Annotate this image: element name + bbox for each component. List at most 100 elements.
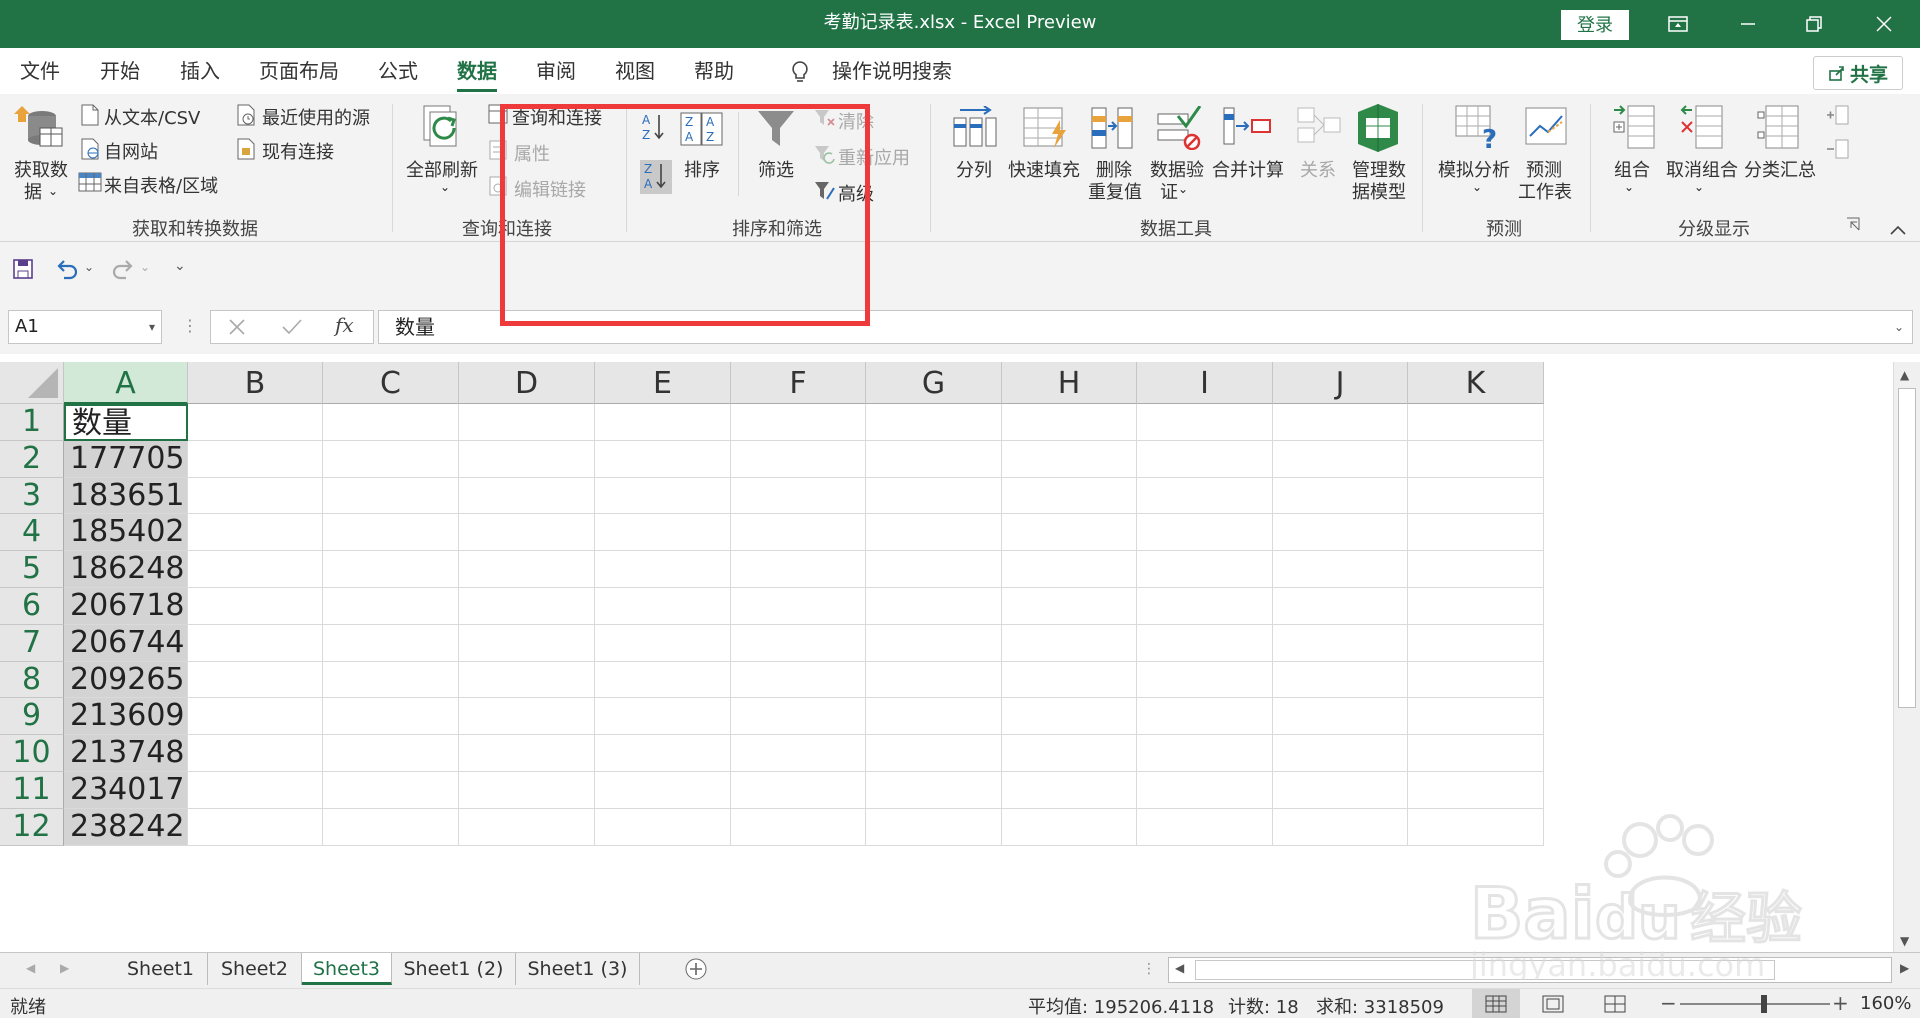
cell-j8[interactable] bbox=[1273, 661, 1408, 699]
restore-icon[interactable] bbox=[1778, 0, 1850, 48]
column-header-f[interactable]: F bbox=[731, 362, 866, 404]
row-header-9[interactable]: 9 bbox=[0, 698, 64, 736]
column-header-k[interactable]: K bbox=[1408, 362, 1544, 404]
cell-f7[interactable] bbox=[731, 624, 866, 662]
page-layout-view-icon[interactable] bbox=[1542, 995, 1564, 1018]
select-all-corner[interactable] bbox=[0, 362, 64, 404]
add-sheet-icon[interactable] bbox=[684, 957, 708, 985]
row-header-1[interactable]: 1 bbox=[0, 404, 64, 441]
cancel-icon[interactable] bbox=[227, 317, 247, 341]
cell-j3[interactable] bbox=[1273, 477, 1408, 515]
column-header-d[interactable]: D bbox=[459, 362, 595, 404]
cell-e5[interactable] bbox=[595, 551, 731, 588]
cell-b4[interactable] bbox=[188, 514, 323, 552]
get-data-label-2[interactable]: 据 bbox=[24, 178, 42, 204]
scroll-down-icon[interactable]: ▼ bbox=[1900, 934, 1909, 948]
cell-d3[interactable] bbox=[459, 477, 595, 515]
row-header-12[interactable]: 12 bbox=[0, 808, 64, 846]
cell-e8[interactable] bbox=[595, 661, 731, 699]
row-header-10[interactable]: 10 bbox=[0, 735, 64, 772]
cell-b8[interactable] bbox=[188, 661, 323, 699]
cell-a10[interactable]: 213748 bbox=[64, 735, 188, 772]
cell-h5[interactable] bbox=[1002, 551, 1137, 588]
forecast-sheet-button-2[interactable]: 工作表 bbox=[1518, 178, 1572, 204]
flash-fill-button[interactable]: 快速填充 bbox=[1008, 156, 1080, 182]
cell-b2[interactable] bbox=[188, 440, 323, 478]
cell-g9[interactable] bbox=[866, 698, 1002, 736]
chevron-down-icon[interactable]: ⌄ bbox=[1178, 182, 1188, 196]
cell-c11[interactable] bbox=[323, 772, 459, 809]
cell-g10[interactable] bbox=[866, 735, 1002, 772]
cell-d5[interactable] bbox=[459, 551, 595, 588]
sheet-tab-4[interactable]: Sheet1 (2) bbox=[392, 953, 516, 985]
cell-f11[interactable] bbox=[731, 772, 866, 809]
cell-g6[interactable] bbox=[866, 588, 1002, 625]
expand-formula-bar-icon[interactable]: ⌄ bbox=[1894, 320, 1904, 334]
zoom-in-icon[interactable]: + bbox=[1832, 991, 1849, 1015]
what-if-analysis-button[interactable]: 模拟分析 bbox=[1438, 156, 1510, 182]
cell-k10[interactable] bbox=[1408, 735, 1544, 772]
cell-g11[interactable] bbox=[866, 772, 1002, 809]
cell-f12[interactable] bbox=[731, 808, 866, 846]
relationships-button[interactable]: 关系 bbox=[1300, 156, 1336, 182]
ribbon-display-options-icon[interactable] bbox=[1642, 0, 1714, 48]
forecast-sheet-icon[interactable] bbox=[1524, 106, 1568, 150]
hide-detail-icon[interactable] bbox=[1826, 138, 1850, 164]
from-table-range-button[interactable]: 来自表格/区域 bbox=[104, 172, 218, 198]
formula-input[interactable]: 数量 bbox=[378, 310, 1913, 344]
cell-c6[interactable] bbox=[323, 588, 459, 625]
cell-e1[interactable] bbox=[595, 404, 731, 441]
collapse-ribbon-icon[interactable] bbox=[1890, 220, 1906, 239]
cell-a3[interactable]: 183651 bbox=[64, 477, 188, 515]
cell-j9[interactable] bbox=[1273, 698, 1408, 736]
cell-g3[interactable] bbox=[866, 477, 1002, 515]
cell-k1[interactable] bbox=[1408, 404, 1544, 441]
sort-button[interactable]: 排序 bbox=[684, 156, 720, 182]
cell-b9[interactable] bbox=[188, 698, 323, 736]
row-header-4[interactable]: 4 bbox=[0, 514, 64, 552]
cell-h12[interactable] bbox=[1002, 808, 1137, 846]
chevron-down-icon[interactable]: ⌄ bbox=[140, 260, 150, 274]
group-button[interactable]: 组合 bbox=[1614, 156, 1650, 182]
enter-check-icon[interactable] bbox=[281, 317, 303, 341]
cell-a12[interactable]: 238242 bbox=[64, 808, 188, 846]
cell-b7[interactable] bbox=[188, 624, 323, 662]
cell-a11[interactable]: 234017 bbox=[64, 772, 188, 809]
ungroup-icon[interactable] bbox=[1680, 104, 1724, 154]
cell-h9[interactable] bbox=[1002, 698, 1137, 736]
scroll-up-icon[interactable]: ▲ bbox=[1900, 368, 1909, 382]
column-header-i[interactable]: I bbox=[1137, 362, 1273, 404]
page-break-view-icon[interactable] bbox=[1604, 995, 1626, 1018]
cell-d6[interactable] bbox=[459, 588, 595, 625]
subtotal-icon[interactable] bbox=[1756, 104, 1800, 154]
cell-h2[interactable] bbox=[1002, 440, 1137, 478]
tab-file[interactable]: 文件 bbox=[20, 58, 60, 88]
cell-h1[interactable] bbox=[1002, 404, 1137, 441]
cell-d4[interactable] bbox=[459, 514, 595, 552]
cell-j12[interactable] bbox=[1273, 808, 1408, 846]
cell-h4[interactable] bbox=[1002, 514, 1137, 552]
cell-b6[interactable] bbox=[188, 588, 323, 625]
cell-i7[interactable] bbox=[1137, 624, 1273, 662]
sheet-tab-5[interactable]: Sheet1 (3) bbox=[516, 953, 640, 985]
zoom-slider[interactable] bbox=[1680, 995, 1830, 1013]
cell-f8[interactable] bbox=[731, 661, 866, 699]
tab-view[interactable]: 视图 bbox=[615, 58, 655, 88]
cell-a1[interactable]: 数量 bbox=[64, 404, 188, 441]
ungroup-button[interactable]: 取消组合 bbox=[1666, 156, 1738, 182]
column-header-a[interactable]: A bbox=[64, 362, 188, 404]
refresh-all-button[interactable]: 全部刷新 bbox=[406, 156, 478, 182]
cell-f1[interactable] bbox=[731, 404, 866, 441]
consolidate-button[interactable]: 合并计算 bbox=[1212, 156, 1284, 182]
column-header-b[interactable]: B bbox=[188, 362, 323, 404]
row-header-7[interactable]: 7 bbox=[0, 624, 64, 662]
cell-f2[interactable] bbox=[731, 440, 866, 478]
redo-icon[interactable] bbox=[110, 258, 136, 284]
column-header-c[interactable]: C bbox=[323, 362, 459, 404]
properties-button[interactable]: 属性 bbox=[514, 140, 550, 166]
column-header-e[interactable]: E bbox=[595, 362, 731, 404]
cell-c5[interactable] bbox=[323, 551, 459, 588]
cell-j10[interactable] bbox=[1273, 735, 1408, 772]
remove-duplicates-button-2[interactable]: 重复值 bbox=[1088, 178, 1142, 204]
text-to-columns-button[interactable]: 分列 bbox=[956, 156, 992, 182]
